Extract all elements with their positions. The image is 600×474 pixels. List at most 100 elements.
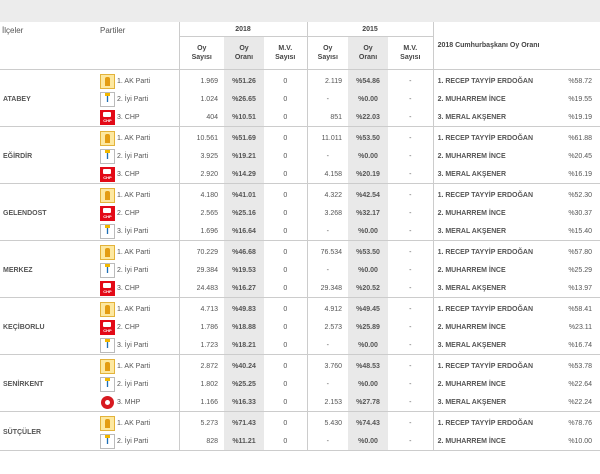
party-logo-cell bbox=[98, 127, 117, 148]
mp-count-2015: - bbox=[409, 362, 412, 370]
candidate-name: 3. MERAL AKŞENER bbox=[432, 222, 561, 241]
party-row: ATABEY 1. AK Parti 1.969 %51.26 0 2.119 %54.86… bbox=[0, 69, 600, 127]
party-name: 2. İyi Parti bbox=[117, 152, 149, 160]
candidate-name: 1. RECEP TAYYİP ERDOĞAN bbox=[432, 297, 561, 318]
mp-count-2015: - bbox=[409, 248, 412, 256]
mp-count-2018: 0 bbox=[283, 362, 288, 370]
mp-count-2018: 0 bbox=[283, 248, 288, 256]
vote-count-2018: 3.925 bbox=[178, 147, 224, 165]
party-logo-cell bbox=[98, 241, 117, 262]
party-name: 1. AK Parti bbox=[117, 305, 151, 313]
vote-rate-2015: %0.00 bbox=[348, 222, 389, 241]
candidate-name: 2. MUHARREM İNCE bbox=[432, 432, 561, 451]
vote-count-2018: 2.920 bbox=[178, 165, 224, 184]
candidate-vote-rate: %23.11 bbox=[568, 323, 593, 331]
chp-logo-icon: CHP bbox=[100, 319, 115, 335]
vote-count-2015: 5.430 bbox=[306, 411, 349, 432]
vote-count-2018: 10.561 bbox=[178, 126, 224, 147]
vote-rate-2015: %25.89 bbox=[348, 318, 389, 336]
candidate-name: 3. MERAL AKŞENER bbox=[432, 393, 561, 412]
iyi-logo-icon: İ bbox=[100, 262, 115, 278]
candidate-vote-rate: %19.19 bbox=[560, 108, 600, 127]
mp-count-2018-header: M.V. Sayısı bbox=[264, 36, 308, 70]
vote-count-2018: 5.273 bbox=[178, 411, 224, 432]
vote-count-2015: 29.348 bbox=[306, 279, 349, 298]
akp-logo-icon bbox=[100, 358, 115, 374]
party-logo-cell bbox=[98, 70, 117, 91]
year-2018-header: 2018 bbox=[178, 22, 308, 37]
mp-count-2018: 0 bbox=[283, 380, 288, 388]
akp-logo-icon bbox=[100, 415, 115, 431]
candidate-vote-rate: %57.80 bbox=[568, 248, 593, 256]
party-row: SENİRKENT 1. AK Parti 2.872 %40.24 0 3.760 %48… bbox=[0, 354, 600, 412]
vote-rate-2018: %19.53 bbox=[224, 261, 264, 279]
candidate-vote-rate: %10.00 bbox=[560, 432, 600, 451]
vote-count-2018: 24.483 bbox=[178, 279, 224, 298]
mp-count-2018: 0 bbox=[264, 393, 308, 412]
party-logo-cell: İ bbox=[98, 90, 117, 108]
candidate-vote-rate: %19.55 bbox=[568, 95, 593, 103]
mp-count-2015: - bbox=[409, 209, 412, 217]
party-logo-cell bbox=[98, 298, 117, 319]
iyi-logo-icon: İ bbox=[100, 433, 115, 449]
district-name: KEÇİBORLU bbox=[0, 297, 98, 355]
candidate-vote-rate: %20.45 bbox=[568, 152, 593, 160]
vote-rate-2018: %18.88 bbox=[224, 318, 264, 336]
candidate-name: 3. MERAL AKŞENER bbox=[432, 165, 561, 184]
vote-count-2018: 2.565 bbox=[178, 204, 224, 222]
vote-count-2015: 2.153 bbox=[306, 393, 349, 412]
candidate-name: 3. MERAL AKŞENER bbox=[432, 279, 561, 298]
mp-count-2015: - bbox=[409, 419, 412, 427]
vote-count-2018: 1.786 bbox=[178, 318, 224, 336]
vote-rate-2018: %26.65 bbox=[224, 90, 264, 108]
party-name: 3. CHP bbox=[117, 108, 179, 127]
candidate-vote-rate: %16.74 bbox=[560, 336, 600, 355]
mp-count-2018: 0 bbox=[264, 336, 308, 355]
vote-count-2018: 1.969 bbox=[178, 69, 224, 90]
candidate-vote-rate: %22.24 bbox=[560, 393, 600, 412]
vote-rate-2018: %11.21 bbox=[224, 432, 264, 451]
candidate-vote-rate: %58.41 bbox=[568, 305, 593, 313]
vote-rate-2015: %53.50 bbox=[348, 240, 389, 261]
akp-logo-icon bbox=[100, 187, 115, 203]
mp-count-2015: - bbox=[388, 165, 434, 184]
mp-count-2018: 0 bbox=[283, 209, 288, 217]
election-results-table: İlçeler Partiler 2018 2015 2018 Cumhurba… bbox=[0, 22, 600, 451]
akp-logo-icon bbox=[100, 73, 115, 89]
party-logo-cell: İ bbox=[98, 222, 117, 241]
vote-rate-2015: %0.00 bbox=[348, 432, 389, 451]
mp-count-2018: 0 bbox=[283, 305, 288, 313]
vote-rate-2015: %49.45 bbox=[348, 297, 389, 318]
vote-count-2018: 404 bbox=[178, 108, 224, 127]
vote-count-2015: 3.760 bbox=[306, 354, 349, 375]
mp-count-2018: 0 bbox=[283, 191, 288, 199]
party-name: 2. CHP bbox=[117, 209, 140, 217]
party-name: 2. İyi Parti bbox=[117, 266, 149, 274]
iyi-logo-icon: İ bbox=[100, 337, 115, 353]
vote-count-2018: 29.384 bbox=[178, 261, 224, 279]
district-name: GELENDOST bbox=[0, 183, 98, 241]
vote-count-2018: 70.229 bbox=[178, 240, 224, 261]
mp-count-2015: - bbox=[388, 108, 434, 127]
candidate-vote-rate: %61.88 bbox=[568, 134, 593, 142]
vote-rate-2015: %20.19 bbox=[348, 165, 389, 184]
candidate-name: 2. MUHARREM İNCE bbox=[432, 204, 561, 222]
party-logo-cell: İ bbox=[98, 432, 117, 451]
vote-rate-2015: %42.54 bbox=[348, 183, 389, 204]
mhp-logo-icon bbox=[100, 394, 115, 410]
candidate-vote-rate: %13.97 bbox=[560, 279, 600, 298]
candidate-vote-rate: %53.78 bbox=[568, 362, 593, 370]
vote-rate-2018: %49.83 bbox=[224, 297, 264, 318]
vote-count-2018: 1.024 bbox=[178, 90, 224, 108]
party-logo-cell: CHP bbox=[98, 279, 117, 298]
vote-count-2018: 1.696 bbox=[178, 222, 224, 241]
vote-rate-2018: %14.29 bbox=[224, 165, 264, 184]
vote-rate-2015: %22.03 bbox=[348, 108, 389, 127]
party-name: 2. CHP bbox=[117, 323, 140, 331]
iyi-logo-icon: İ bbox=[100, 91, 115, 107]
party-name: 1. AK Parti bbox=[117, 134, 151, 142]
district-name: SÜTÇÜLER bbox=[0, 411, 98, 451]
akp-logo-icon bbox=[100, 301, 115, 317]
candidate-name: 2. MUHARREM İNCE bbox=[432, 318, 561, 336]
akp-logo-icon bbox=[100, 130, 115, 146]
